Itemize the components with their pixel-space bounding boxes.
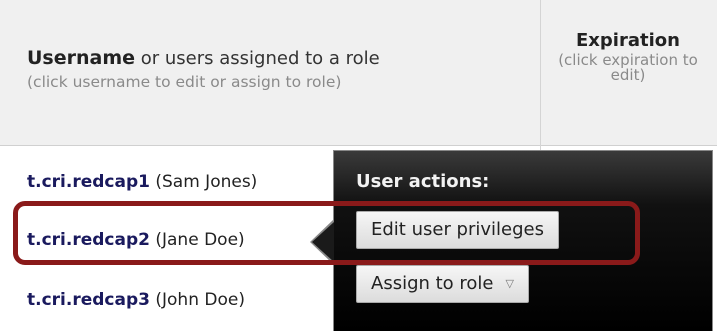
table-row: t.cri.redcap1 (Sam Jones) (27, 172, 257, 192)
user-fullname: (Jane Doe) (149, 230, 245, 250)
expiration-column-header: Expiration (click expiration to edit) (548, 30, 708, 83)
user-fullname: (John Doe) (149, 290, 245, 310)
chevron-down-icon: ▽ (505, 277, 514, 290)
username-header-hint: (click username to edit or assign to rol… (27, 73, 342, 91)
username-header-bold: Username (27, 47, 136, 69)
table-row: t.cri.redcap2 (Jane Doe) (27, 230, 245, 250)
username-header-rest: or users assigned to a role (135, 48, 380, 69)
user-fullname: (Sam Jones) (149, 172, 258, 192)
popup-pointer (312, 222, 334, 262)
edit-user-privileges-button[interactable]: Edit user privileges (356, 211, 559, 249)
username-link[interactable]: t.cri.redcap1 (27, 172, 150, 192)
username-link[interactable]: t.cri.redcap3 (27, 290, 150, 310)
table-row: t.cri.redcap3 (John Doe) (27, 290, 245, 310)
assign-to-role-button[interactable]: Assign to role ▽ (356, 265, 529, 303)
expiration-header-title: Expiration (576, 30, 680, 51)
user-actions-popup: User actions: Edit user privileges Assig… (333, 150, 713, 331)
username-column-header: Username or users assigned to a role (cl… (27, 47, 527, 91)
username-link[interactable]: t.cri.redcap2 (27, 230, 150, 250)
popup-title: User actions: (356, 171, 490, 192)
expiration-header-hint: (click expiration to edit) (558, 51, 698, 84)
assign-to-role-label: Assign to role (371, 273, 494, 294)
